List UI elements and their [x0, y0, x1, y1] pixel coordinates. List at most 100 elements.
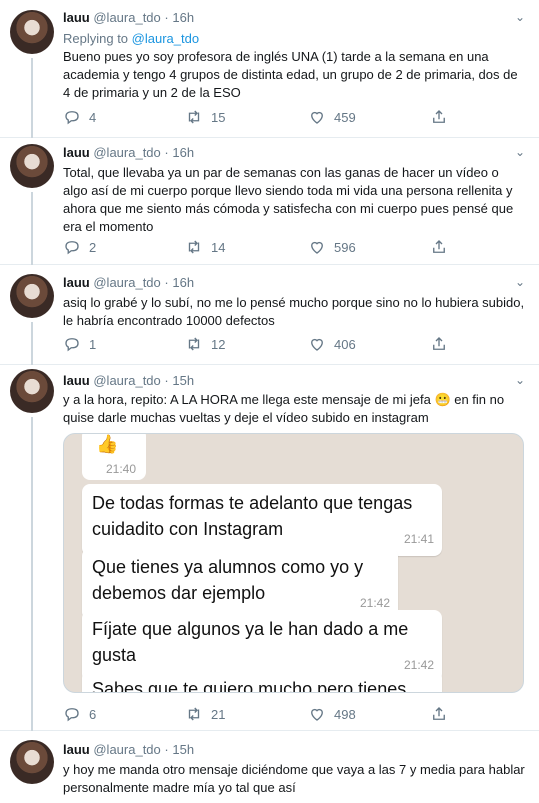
avatar[interactable] — [10, 144, 54, 188]
author-handle[interactable]: @laura_tdo — [93, 742, 160, 757]
tweet[interactable]: lauu @laura_tdo · 16h ⌄ Total, que lleva… — [0, 138, 539, 265]
like-button[interactable]: 498 — [308, 705, 356, 723]
reply-button[interactable]: 6 — [63, 705, 96, 723]
tweet-body-part: y a la hora, repito: A LA HORA me llega … — [63, 392, 431, 407]
tweet-header: lauu @laura_tdo · 15h — [63, 742, 194, 757]
thread-line — [31, 417, 33, 731]
share-button[interactable] — [430, 238, 448, 256]
retweet-button[interactable]: 14 — [185, 238, 225, 256]
tweet-time[interactable]: 16h — [172, 10, 194, 25]
chat-message-text: Sabes que te quiero mucho pero tienes — [92, 679, 407, 693]
tweet[interactable]: lauu @laura_tdo · 15h y hoy me manda otr… — [0, 731, 539, 803]
retweet-icon — [188, 110, 200, 124]
share-icon — [433, 337, 445, 350]
thread-line — [31, 58, 33, 138]
separator-dot: · — [164, 742, 169, 757]
tweet-time[interactable]: 16h — [172, 275, 194, 290]
retweet-count: 21 — [211, 706, 226, 722]
tweet-time[interactable]: 15h — [172, 373, 194, 388]
tweet-text: y hoy me manda otro mensaje diciéndome q… — [63, 762, 525, 795]
like-icon — [311, 708, 323, 721]
author-name[interactable]: lauu — [63, 10, 90, 25]
replying-to-handle[interactable]: @laura_tdo — [132, 31, 199, 46]
avatar[interactable] — [10, 369, 54, 413]
like-icon — [311, 111, 323, 124]
retweet-icon — [188, 240, 200, 254]
like-count: 406 — [334, 336, 356, 352]
tweet-actions: 4 15 459 — [63, 108, 463, 128]
retweet-icon — [188, 707, 200, 721]
retweet-button[interactable]: 12 — [185, 335, 225, 353]
author-handle[interactable]: @laura_tdo — [93, 275, 160, 290]
author-handle[interactable]: @laura_tdo — [93, 145, 160, 160]
author-name[interactable]: lauu — [63, 373, 90, 388]
separator-dot: · — [164, 373, 169, 388]
tweet[interactable]: lauu @laura_tdo · 16h ⌄ asiq lo grabé y … — [0, 265, 539, 365]
like-button[interactable]: 459 — [308, 108, 356, 126]
share-icon — [433, 240, 445, 253]
share-icon — [433, 707, 445, 720]
tweet-text: asiq lo grabé y lo subí, no me lo pensé … — [63, 295, 525, 328]
reply-button[interactable]: 1 — [63, 335, 96, 353]
chat-screenshot[interactable]: 👍 21:40 De todas formas te adelanto que … — [63, 433, 524, 693]
retweet-count: 12 — [211, 336, 226, 352]
chevron-down-icon[interactable]: ⌄ — [515, 145, 525, 159]
message-time: 21:41 — [403, 532, 434, 546]
chevron-down-icon[interactable]: ⌄ — [515, 10, 525, 24]
tweet-time[interactable]: 15h — [172, 742, 194, 757]
thread-line — [31, 322, 33, 365]
tweet-time[interactable]: 16h — [172, 145, 194, 160]
author-name[interactable]: lauu — [63, 145, 90, 160]
tweet-actions: 1 12 406 — [63, 335, 463, 355]
grimace-emoji: 😬 — [434, 392, 451, 407]
thumbs-bubble: 👍 21:40 — [82, 434, 146, 480]
tweet-actions: 2 14 596 — [63, 238, 463, 258]
share-button[interactable] — [430, 335, 448, 353]
reply-icon — [65, 111, 79, 125]
like-button[interactable]: 406 — [308, 335, 356, 353]
replying-to: Replying to @laura_tdo — [63, 30, 525, 48]
retweet-icon — [188, 337, 200, 351]
author-name[interactable]: lauu — [63, 742, 90, 757]
reply-button[interactable]: 2 — [63, 238, 96, 256]
tweet-text: Total, que llevaba ya un par de semanas … — [63, 165, 514, 234]
like-icon — [311, 241, 323, 254]
avatar[interactable] — [10, 740, 54, 784]
tweet[interactable]: lauu @laura_tdo · 16h ⌄ Replying to @lau… — [0, 0, 539, 138]
like-icon — [311, 338, 323, 351]
separator-dot: · — [164, 10, 169, 25]
author-handle[interactable]: @laura_tdo — [93, 10, 160, 25]
share-button[interactable] — [430, 108, 448, 126]
chevron-down-icon[interactable]: ⌄ — [515, 373, 525, 387]
reply-count: 1 — [89, 336, 97, 352]
like-count: 596 — [334, 239, 356, 255]
chevron-down-icon[interactable]: ⌄ — [515, 275, 525, 289]
tweet-header: lauu @laura_tdo · 16h — [63, 275, 194, 290]
reply-icon — [65, 708, 79, 722]
reply-count: 6 — [89, 706, 97, 722]
chat-message-text: Fíjate que algunos ya le han dado a me g… — [92, 619, 409, 665]
reply-icon — [65, 241, 79, 255]
reply-count: 2 — [89, 239, 97, 255]
avatar[interactable] — [10, 10, 54, 54]
tweet-header: lauu @laura_tdo · 16h — [63, 10, 194, 25]
avatar[interactable] — [10, 274, 54, 318]
message-time: 21:40 — [106, 462, 137, 476]
chat-message: Sabes que te quiero mucho pero tienes — [82, 670, 442, 693]
tweet-actions: 6 21 498 — [63, 705, 463, 725]
reply-button[interactable]: 4 — [63, 108, 96, 126]
share-button[interactable] — [430, 705, 448, 723]
retweet-button[interactable]: 21 — [185, 705, 225, 723]
author-handle[interactable]: @laura_tdo — [93, 373, 160, 388]
like-button[interactable]: 596 — [308, 238, 356, 256]
chat-message-text: De todas formas te adelanto que tengas c… — [92, 493, 413, 539]
share-icon — [433, 110, 445, 123]
like-count: 498 — [334, 706, 356, 722]
thumbs-up-icon: 👍 — [96, 434, 119, 454]
reply-icon — [65, 338, 79, 352]
thread-line — [31, 192, 33, 265]
separator-dot: · — [164, 275, 169, 290]
tweet[interactable]: lauu @laura_tdo · 15h ⌄ y a la hora, rep… — [0, 365, 539, 731]
author-name[interactable]: lauu — [63, 275, 90, 290]
retweet-button[interactable]: 15 — [185, 108, 225, 126]
